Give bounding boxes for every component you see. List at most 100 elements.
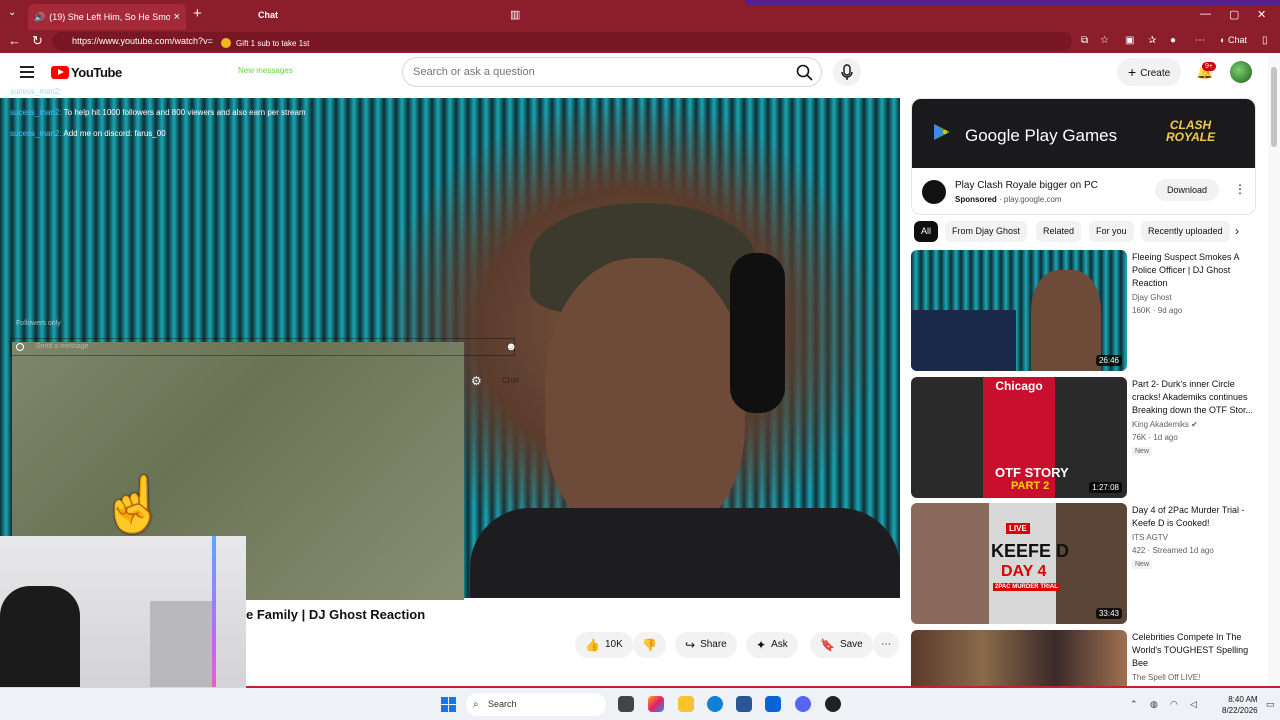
more-icon[interactable]: ⋯ bbox=[1195, 35, 1205, 46]
browser-tab-bar: ⌄ 🔊 (19) She Left Him, So He Smo × + Cha… bbox=[0, 0, 1280, 30]
tab-audio-icon[interactable]: 🔊 bbox=[34, 12, 45, 23]
obs-icon[interactable] bbox=[825, 696, 841, 712]
recommended-video[interactable]: LIVE KEEFE D DAY 4 2PAC MURDER TRIAL 33:… bbox=[911, 503, 1256, 625]
profile-icon[interactable]: ● bbox=[1170, 35, 1176, 46]
chip-from-channel[interactable]: From Djay Ghost bbox=[945, 221, 1028, 242]
reload-icon[interactable]: ↻ bbox=[32, 33, 43, 49]
thumbnail-part-text: PART 2 bbox=[1011, 480, 1050, 492]
tray-network-icon[interactable]: ◍ bbox=[1150, 699, 1158, 710]
recommended-video[interactable]: Celebrities Compete In The World's TOUGH… bbox=[911, 630, 1256, 687]
chip-recently-uploaded[interactable]: Recently uploaded bbox=[1141, 221, 1230, 242]
video-thumbnail[interactable]: 26:46 bbox=[911, 250, 1127, 371]
save-button[interactable]: 🔖 Save bbox=[810, 632, 873, 658]
video-title-link[interactable]: Celebrities Compete In The World's TOUGH… bbox=[1132, 631, 1256, 670]
create-button[interactable]: + Create bbox=[1117, 58, 1182, 86]
chat-send-button[interactable]: Chat bbox=[502, 376, 519, 385]
chat-settings-gear-icon[interactable]: ⚙ bbox=[471, 374, 482, 388]
notifications-tray-icon[interactable]: ▭ bbox=[1266, 699, 1275, 710]
tray-wifi-icon[interactable]: ◠ bbox=[1170, 699, 1178, 710]
copilot-icon[interactable] bbox=[648, 696, 664, 712]
close-window-icon[interactable]: ✕ bbox=[1257, 8, 1266, 21]
ad-title[interactable]: Play Clash Royale bigger on PC bbox=[955, 180, 1098, 191]
channel-name[interactable]: The Spell Off LIVE! bbox=[1132, 673, 1200, 682]
clash-royale-logo-line2: ROYALE bbox=[1166, 130, 1216, 144]
page-scrollbar[interactable] bbox=[1268, 55, 1280, 687]
ad-download-button[interactable]: Download bbox=[1155, 179, 1220, 201]
recommended-video[interactable]: 26:46 Fleeing Suspect Smokes A Police Of… bbox=[911, 250, 1256, 372]
ad-banner[interactable]: Google Play Games CLASH ROYALE bbox=[912, 99, 1255, 168]
chat-message-input[interactable]: Send a message ☻ bbox=[10, 338, 517, 356]
sidebar-icon[interactable]: ▯ bbox=[1262, 35, 1268, 46]
chip-all[interactable]: All bbox=[914, 221, 939, 242]
youtube-logo[interactable]: YouTube bbox=[51, 65, 122, 80]
taskbar-clock[interactable]: 8:40 AM 8/22/2026 bbox=[1222, 694, 1258, 716]
video-thumbnail[interactable]: Chicago OTF STORY PART 2 1:27:08 bbox=[911, 377, 1127, 498]
favorite-icon[interactable]: ☆ bbox=[1100, 35, 1109, 46]
video-title-link[interactable]: Part 2- Durk's inner Circle cracks! Akad… bbox=[1132, 378, 1256, 417]
taskbar-search[interactable]: ⌕ Search bbox=[466, 693, 606, 716]
address-bar[interactable]: https://www.youtube.com/watch?v= bbox=[52, 32, 1072, 51]
ad-more-icon[interactable]: ⋮ bbox=[1234, 182, 1246, 196]
menu-icon[interactable] bbox=[20, 66, 34, 81]
edge-browser-icon[interactable] bbox=[707, 696, 723, 712]
video-subject-face bbox=[545, 258, 745, 538]
chat-points-icon[interactable] bbox=[16, 343, 24, 351]
copilot-chat-label: Chat bbox=[1227, 35, 1247, 45]
thumbs-down-icon: 👎 bbox=[642, 638, 657, 652]
video-duration: 33:43 bbox=[1095, 608, 1122, 619]
split-screen-icon[interactable]: ▣ bbox=[1125, 35, 1134, 46]
tab-list-chevron-icon[interactable]: ⌄ bbox=[8, 7, 16, 18]
voice-search-button[interactable] bbox=[833, 58, 861, 86]
search-input[interactable] bbox=[413, 64, 783, 80]
url-text: https://www.youtube.com/watch?v= bbox=[72, 36, 213, 46]
new-tab-icon[interactable]: + bbox=[193, 5, 202, 22]
new-messages-indicator[interactable]: New messages bbox=[238, 66, 293, 75]
search-box[interactable] bbox=[402, 57, 822, 87]
video-title-link[interactable]: Fleeing Suspect Smokes A Police Officer … bbox=[1132, 251, 1256, 290]
channel-name[interactable]: King Akademiks ✔ bbox=[1132, 420, 1198, 429]
copilot-chat-button[interactable]: ◐ Chat bbox=[1220, 35, 1247, 45]
dislike-button[interactable]: 👎 bbox=[633, 632, 666, 658]
task-view-icon[interactable] bbox=[618, 696, 634, 712]
file-explorer-icon[interactable] bbox=[678, 696, 694, 712]
search-icon[interactable] bbox=[795, 63, 815, 83]
chat-message: sucess_man2: Add me on discord: farus_00 bbox=[10, 129, 410, 139]
pinned-app-icon[interactable]: ▥ bbox=[510, 8, 520, 21]
outlook-icon[interactable] bbox=[765, 696, 781, 712]
windows-start-icon[interactable] bbox=[441, 697, 457, 713]
channel-name[interactable]: Djay Ghost bbox=[1132, 293, 1172, 302]
video-title-link[interactable]: Day 4 of 2Pac Murder Trial - Keefe D is … bbox=[1132, 504, 1256, 530]
bookmark-icon: 🔖 bbox=[820, 638, 835, 652]
favorites-list-icon[interactable]: ✰ bbox=[1148, 35, 1156, 46]
ask-button[interactable]: ✦ Ask bbox=[746, 632, 798, 658]
more-actions-button[interactable]: ⋯ bbox=[873, 632, 899, 658]
back-icon[interactable]: ← bbox=[8, 33, 21, 48]
tray-chevron-icon[interactable]: ⌃ bbox=[1130, 699, 1138, 710]
chevron-right-icon[interactable]: › bbox=[1235, 224, 1239, 238]
minimize-icon[interactable]: — bbox=[1200, 8, 1211, 20]
maximize-icon[interactable]: ▢ bbox=[1229, 8, 1239, 21]
scrollbar-thumb[interactable] bbox=[1271, 67, 1277, 147]
chip-for-you[interactable]: For you bbox=[1089, 221, 1134, 242]
chip-related[interactable]: Related bbox=[1036, 221, 1082, 242]
channel-name[interactable]: ITS AGTV bbox=[1132, 533, 1168, 542]
window-bottom-border bbox=[246, 686, 1280, 688]
recommended-video[interactable]: Chicago OTF STORY PART 2 1:27:08 Part 2-… bbox=[911, 377, 1256, 499]
account-avatar[interactable] bbox=[1230, 61, 1252, 83]
sponsored-ad-card[interactable]: Google Play Games CLASH ROYALE Play Clas… bbox=[911, 98, 1256, 215]
extensions-icon[interactable]: ⧉ bbox=[1081, 35, 1088, 46]
video-thumbnail[interactable] bbox=[911, 630, 1127, 687]
emoji-icon[interactable]: ☻ bbox=[505, 341, 517, 353]
video-thumbnail[interactable]: LIVE KEEFE D DAY 4 2PAC MURDER TRIAL 33:… bbox=[911, 503, 1127, 624]
tab-title: (19) She Left Him, So He Smo bbox=[49, 12, 170, 22]
like-button[interactable]: 👍 10K bbox=[575, 632, 633, 658]
store-icon[interactable] bbox=[736, 696, 752, 712]
discord-icon[interactable] bbox=[795, 696, 811, 712]
browser-tab-active[interactable]: 🔊 (19) She Left Him, So He Smo × bbox=[28, 4, 186, 30]
chat-input-placeholder: Send a message bbox=[36, 343, 89, 350]
share-button[interactable]: ↪ Share bbox=[675, 632, 737, 658]
gift-sub-banner[interactable]: Gift 1 sub to take 1st bbox=[221, 38, 309, 48]
tray-volume-icon[interactable]: ◁ bbox=[1190, 699, 1197, 710]
chat-window-title: Chat bbox=[258, 10, 278, 20]
tab-close-icon[interactable]: × bbox=[174, 11, 180, 23]
